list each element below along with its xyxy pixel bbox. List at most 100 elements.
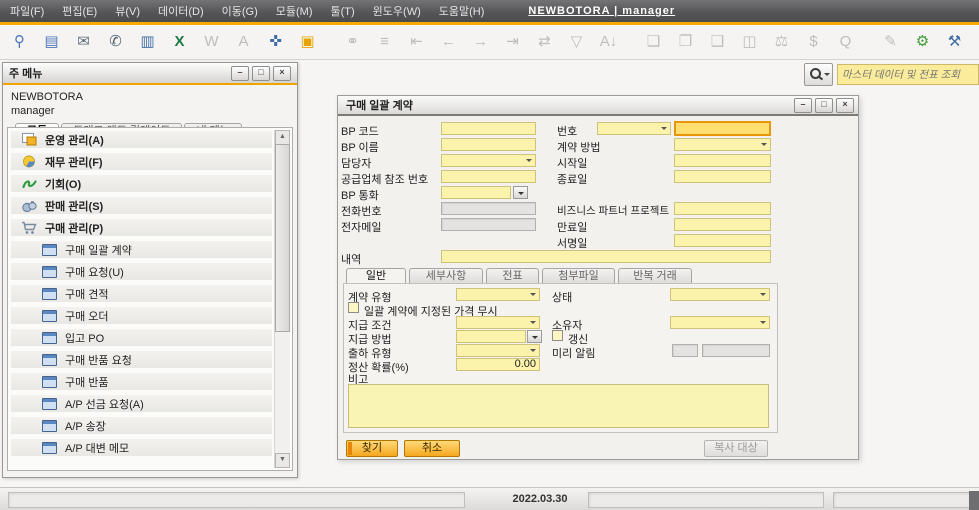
sidebar-item-administration[interactable]: 운영 관리(A) xyxy=(11,131,272,148)
print-preview-icon[interactable]: ⚲ xyxy=(8,30,31,54)
sidebar-item-ap-credit-memo[interactable]: A/P 대변 메모 xyxy=(11,439,272,456)
settlement-probability-field[interactable]: 0.00 xyxy=(456,358,540,371)
minimize-icon[interactable]: – xyxy=(794,98,812,113)
payment-method-field[interactable] xyxy=(456,330,526,343)
form-settings-icon[interactable]: ⚙ xyxy=(911,30,934,54)
menu-data[interactable]: 데이터(D) xyxy=(158,3,204,19)
move-window-icon[interactable]: ✜ xyxy=(264,30,287,54)
tools-wrench-icon[interactable]: ⚒ xyxy=(943,30,966,54)
search-icon[interactable] xyxy=(804,63,833,86)
menu-window[interactable]: 윈도우(W) xyxy=(373,3,421,19)
sidebar-item-purchase-blanket-agreement[interactable]: 구매 일괄 계약 xyxy=(11,241,272,258)
scroll-up-icon[interactable]: ▲ xyxy=(275,130,290,145)
agreement-method-dropdown[interactable] xyxy=(674,138,771,151)
panel-title: 주 메뉴 xyxy=(9,65,42,81)
close-icon[interactable]: × xyxy=(273,66,291,81)
journal-voucher-icon: ◫ xyxy=(738,30,761,54)
start-date-label: 시작일 xyxy=(557,155,587,171)
remarks-textarea[interactable] xyxy=(348,384,769,428)
sidebar-item-goods-return[interactable]: 구매 반품 xyxy=(11,373,272,390)
agreement-type-dropdown[interactable] xyxy=(456,288,540,301)
search-input[interactable] xyxy=(837,64,979,85)
window-icon xyxy=(41,398,57,410)
termination-date-label: 만료일 xyxy=(557,219,587,235)
print-icon[interactable]: ▤ xyxy=(40,30,63,54)
menu-edit[interactable]: 편집(E) xyxy=(62,3,97,19)
tab-general[interactable]: 일반 xyxy=(346,268,406,284)
sms-icon[interactable]: ✆ xyxy=(104,30,127,54)
tab-documents[interactable]: 전표 xyxy=(486,268,539,284)
toolbar-group: ❏❐❑◫⚖$Q xyxy=(642,30,857,54)
close-icon[interactable]: × xyxy=(836,98,854,113)
menu-file[interactable]: 파일(F) xyxy=(10,3,44,19)
maximize-icon[interactable]: □ xyxy=(815,98,833,113)
status-dropdown[interactable] xyxy=(670,288,770,301)
sidebar-item-ap-invoice[interactable]: A/P 송장 xyxy=(11,417,272,434)
opportunities-icon xyxy=(21,178,37,190)
signing-date-field[interactable] xyxy=(674,234,771,247)
payment-method-dropdown-icon[interactable] xyxy=(527,330,542,343)
end-date-field[interactable] xyxy=(674,170,771,183)
number-series-dropdown[interactable] xyxy=(597,122,671,135)
bp-currency-dropdown-icon[interactable] xyxy=(513,186,528,199)
lock-screen-icon[interactable]: ▣ xyxy=(296,30,319,54)
status-bar: 2022.03.30 xyxy=(0,487,979,510)
minimize-icon[interactable]: – xyxy=(231,66,249,81)
vendor-ref-field[interactable] xyxy=(441,170,536,183)
sidebar-item-goods-return-request[interactable]: 구매 반품 요청 xyxy=(11,351,272,368)
sidebar-item-purchase-quotation[interactable]: 구매 견적 xyxy=(11,285,272,302)
window-icon xyxy=(41,420,57,432)
termination-date-field[interactable] xyxy=(674,218,771,231)
renewal-checkbox[interactable] xyxy=(552,330,563,341)
sidebar-item-label: 기회(O) xyxy=(45,176,81,192)
bp-project-field[interactable] xyxy=(674,202,771,215)
menu-goto[interactable]: 이동(G) xyxy=(222,3,258,19)
number-field[interactable] xyxy=(674,121,771,136)
menu-items: 파일(F) 편집(E) 뷰(V) 데이터(D) 이동(G) 모듈(M) 툴(T) 윈도우(W)… xyxy=(10,3,484,19)
email-icon[interactable]: ✉ xyxy=(72,30,95,54)
menu-modules[interactable]: 모듈(M) xyxy=(276,3,313,19)
fax-icon[interactable]: ▥ xyxy=(136,30,159,54)
bp-currency-field[interactable] xyxy=(441,186,511,199)
cancel-button[interactable]: 취소 xyxy=(404,440,460,457)
scrollbar-thumb[interactable] xyxy=(275,144,290,332)
first-record-icon: ⇤ xyxy=(405,30,428,54)
menu-scrollbar[interactable]: ▲ ▼ xyxy=(274,130,290,468)
description-field[interactable] xyxy=(441,250,771,263)
bp-code-field[interactable] xyxy=(441,122,536,135)
export-excel-icon[interactable]: X xyxy=(168,30,191,54)
sidebar-item-opportunities[interactable]: 기회(O) xyxy=(11,175,272,192)
menu-tools[interactable]: 툴(T) xyxy=(331,3,355,19)
menu-help[interactable]: 도움말(H) xyxy=(439,3,485,19)
sidebar-item-purchase-request[interactable]: 구매 요청(U) xyxy=(11,263,272,280)
sidebar-item-financials[interactable]: 재무 관리(F) xyxy=(11,153,272,170)
tab-details[interactable]: 세부사항 xyxy=(409,268,483,284)
ignore-prices-checkbox[interactable] xyxy=(348,302,359,313)
sidebar-item-purchase-order[interactable]: 구매 오더 xyxy=(11,307,272,324)
tab-attachments[interactable]: 첨부파일 xyxy=(542,268,615,284)
sidebar-item-goods-receipt-po[interactable]: 입고 PO xyxy=(11,329,272,346)
payment-terms-dropdown[interactable] xyxy=(456,316,540,329)
sidebar-item-label: 구매 반품 요청 xyxy=(65,352,132,368)
sidebar-item-sales[interactable]: 판매 관리(S) xyxy=(11,197,272,214)
tab-recurring[interactable]: 반복 거래 xyxy=(618,268,692,284)
sidebar-item-ap-down-payment-request[interactable]: A/P 선금 요청(A) xyxy=(11,395,272,412)
sidebar-item-label: 구매 요청(U) xyxy=(65,264,124,280)
bp-name-field[interactable] xyxy=(441,138,536,151)
status-message-field xyxy=(8,492,465,508)
sidebar-item-label: A/P 송장 xyxy=(65,418,106,434)
form-tabs: 일반세부사항전표첨부파일반복 거래 xyxy=(346,268,695,284)
shipping-type-dropdown[interactable] xyxy=(456,344,540,357)
copy-to-icon: ❏ xyxy=(642,30,665,54)
scroll-down-icon[interactable]: ▼ xyxy=(275,453,290,468)
contact-person-dropdown[interactable] xyxy=(441,154,536,167)
find-button[interactable]: 찾기 xyxy=(346,440,398,457)
owner-dropdown[interactable] xyxy=(670,316,770,329)
start-date-field[interactable] xyxy=(674,154,771,167)
sidebar-item-purchasing[interactable]: 구매 관리(P) xyxy=(11,219,272,236)
maximize-icon[interactable]: □ xyxy=(252,66,270,81)
window-icon xyxy=(41,288,57,300)
sidebar-item-label: 재무 관리(F) xyxy=(45,154,103,170)
user-name: manager xyxy=(11,104,289,118)
menu-view[interactable]: 뷰(V) xyxy=(115,3,140,19)
